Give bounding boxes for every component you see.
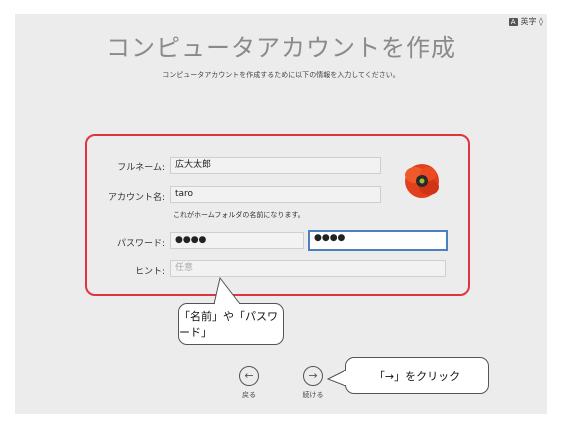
password-field[interactable]: ●●●● (170, 232, 304, 249)
arrow-left-icon: ← (244, 369, 254, 382)
account-name-label: アカウント名: (107, 193, 165, 203)
password-verify-field[interactable]: ●●●● (308, 230, 448, 251)
input-source-menu[interactable]: A 英字 ◊ (508, 16, 544, 27)
input-source-icon: A (508, 17, 518, 26)
account-name-field[interactable]: taro (170, 186, 381, 203)
user-avatar[interactable] (400, 159, 444, 203)
continue-button[interactable]: → (303, 366, 323, 386)
input-source-label: 英字 ◊ (520, 17, 544, 26)
callout-continue: 「→」をクリック (345, 357, 489, 394)
setup-screen: A 英字 ◊ コンピュータアカウントを作成 コンピュータアカウントを作成するため… (15, 14, 547, 414)
callout-fields: 「名前」や「パスワード」 (178, 303, 284, 345)
hint-field[interactable]: 任意 (170, 260, 446, 277)
hint-placeholder: 任意 (175, 263, 194, 273)
back-button[interactable]: ← (239, 366, 259, 386)
fullname-label: フルネーム: (117, 163, 165, 173)
page-subtitle: コンピュータアカウントを作成するために以下の情報を入力してください。 (162, 71, 400, 79)
password-label: パスワード: (116, 239, 165, 249)
hint-label: ヒント: (134, 267, 165, 277)
back-label: 戻る (242, 391, 256, 399)
arrow-right-icon: → (308, 369, 318, 382)
page-title: コンピュータアカウントを作成 (106, 34, 456, 62)
continue-label: 続ける (302, 391, 324, 399)
fullname-field[interactable]: 広大太郎 (170, 157, 381, 174)
account-name-note: これがホームフォルダの名前になります。 (173, 211, 305, 219)
poppy-flower-icon (405, 164, 439, 198)
